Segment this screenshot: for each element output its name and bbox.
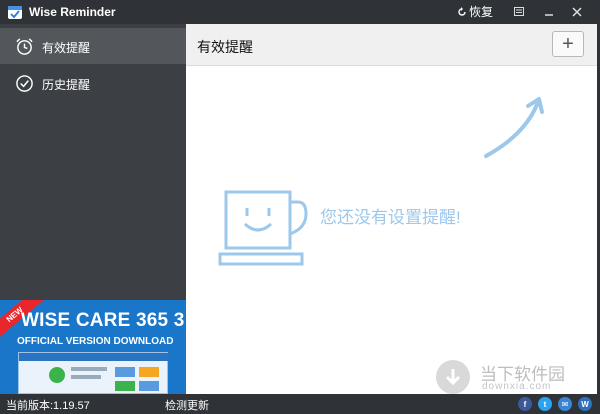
arrow-hint-icon <box>484 97 544 158</box>
mail-icon[interactable]: ✉ <box>558 397 572 411</box>
ad-title: WISE CARE 365 3 <box>21 310 185 331</box>
ad-subtitle: OFFICIAL VERSION DOWNLOAD <box>17 336 174 347</box>
sidebar-item-label: 历史提醒 <box>42 78 91 92</box>
close-button[interactable] <box>566 0 588 24</box>
sidebar-item-history-reminders[interactable]: 历史提醒 <box>0 65 186 101</box>
minimize-icon <box>545 14 553 16</box>
sidebar-item-label: 有效提醒 <box>42 41 91 55</box>
empty-state-message: 您还没有设置提醒! <box>320 208 461 227</box>
watermark-url: downxia.com <box>482 381 552 392</box>
ad-screenshot-image <box>18 352 169 394</box>
check-circle-icon <box>16 75 33 92</box>
status-bar: 当前版本:1.19.57 检测更新 f t ✉ W <box>0 394 600 414</box>
page-title: 有效提醒 <box>197 39 253 55</box>
restore-label: 恢复 <box>469 5 494 19</box>
refresh-icon <box>458 6 466 16</box>
main-header: 有效提醒 + <box>186 24 597 66</box>
twitter-icon[interactable]: t <box>538 397 552 411</box>
empty-coffee-cup-icon <box>218 190 308 266</box>
main-panel: 有效提醒 + 您还没有设置提醒! <box>186 24 597 394</box>
sidebar-item-active-reminders[interactable]: 有效提醒 <box>0 28 186 64</box>
facebook-icon[interactable]: f <box>518 397 532 411</box>
app-calendar-icon <box>8 6 22 19</box>
check-update-link[interactable]: 检测更新 <box>165 397 209 413</box>
version-label: 当前版本:1.19.57 <box>6 400 90 412</box>
close-icon <box>572 7 582 17</box>
alarm-clock-icon <box>16 38 33 55</box>
add-reminder-button[interactable]: + <box>552 31 584 57</box>
app-title: Wise Reminder <box>29 5 116 19</box>
minimize-button[interactable] <box>538 0 560 24</box>
wise-icon[interactable]: W <box>578 397 592 411</box>
green-check-icon <box>49 367 65 383</box>
wise-care-ad-banner[interactable]: NEW WISE CARE 365 3 OFFICIAL VERSION DOW… <box>0 300 186 394</box>
sidebar: 有效提醒 历史提醒 NEW WISE CARE 365 3 OFFICIAL V… <box>0 24 186 394</box>
menu-icon <box>514 7 524 16</box>
restore-button[interactable]: 恢复 <box>457 3 493 20</box>
watermark-logo-icon <box>436 360 470 394</box>
title-bar: Wise Reminder 恢复 <box>0 0 600 24</box>
menu-button[interactable] <box>508 0 530 24</box>
